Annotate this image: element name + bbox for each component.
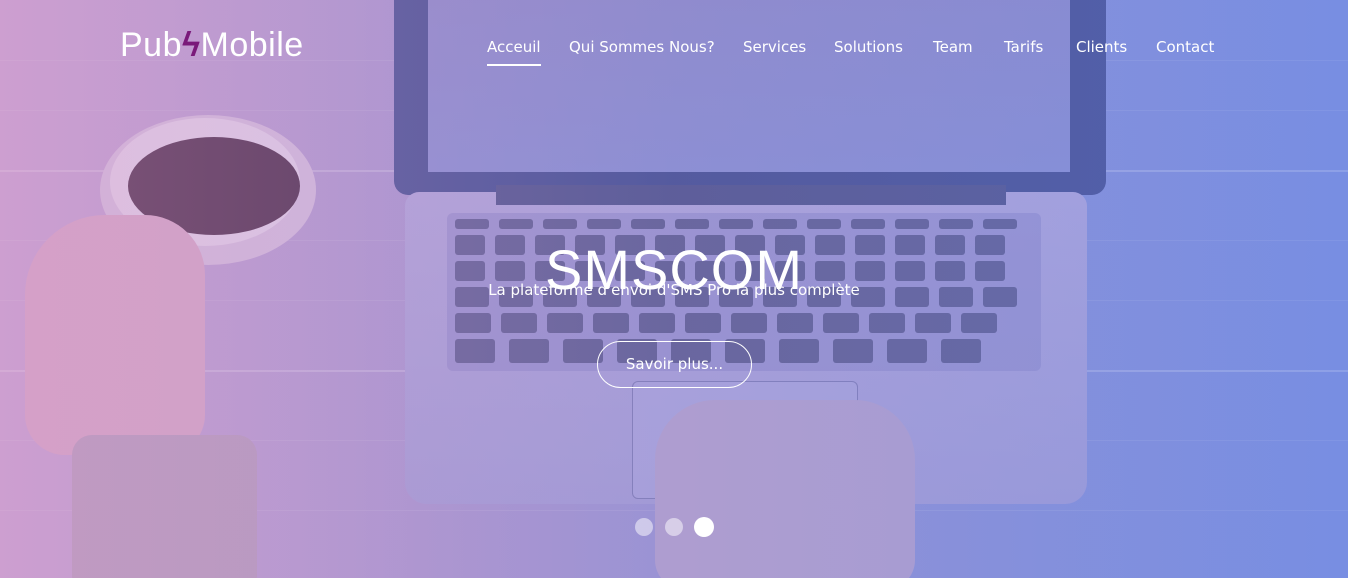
nav-item-team[interactable]: Team [933,36,973,58]
hero-subtitle: La plateforme d'envoi d'SMS Pro la plus … [488,281,860,299]
nav-item-solutions[interactable]: Solutions [834,36,903,58]
nav-item-qui-sommes-nous[interactable]: Qui Sommes Nous? [569,36,715,58]
nav-item-clients[interactable]: Clients [1076,36,1127,58]
carousel-dot-3[interactable] [694,517,714,537]
main-nav: Acceuil Qui Sommes Nous? Services Soluti… [0,36,1348,66]
nav-item-contact[interactable]: Contact [1156,36,1214,58]
carousel-dot-2[interactable] [665,518,683,536]
savoir-plus-button[interactable]: Savoir plus... [597,341,752,388]
nav-item-services[interactable]: Services [743,36,806,58]
nav-item-acceuil[interactable]: Acceuil [487,36,541,66]
carousel-dot-1[interactable] [635,518,653,536]
nav-item-tarifs[interactable]: Tarifs [1004,36,1043,58]
